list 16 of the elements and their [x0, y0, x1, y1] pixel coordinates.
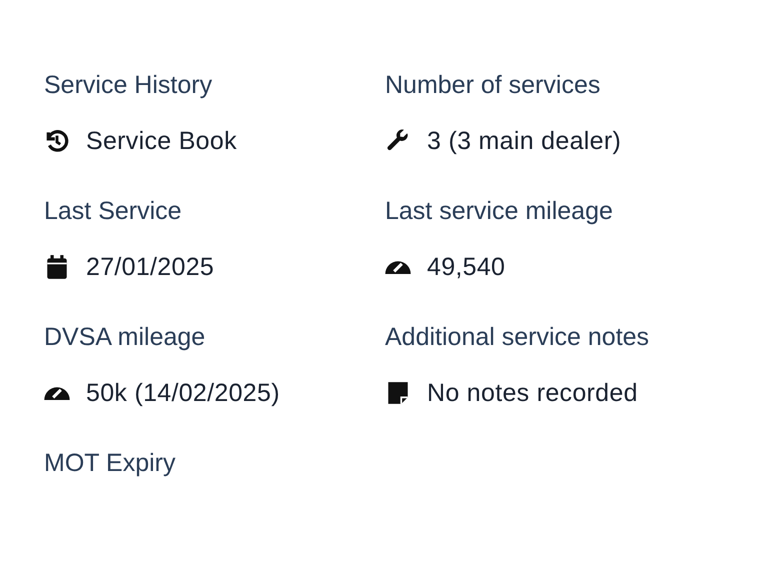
field-label: Additional service notes [385, 322, 650, 353]
field-label: Last service mileage [385, 196, 614, 227]
field-label: Service History [44, 70, 214, 101]
field-label: Number of services [385, 70, 602, 101]
history-icon [44, 128, 70, 154]
field-value: 27/01/2025 [86, 252, 214, 282]
field-label: MOT Expiry [44, 448, 176, 479]
gauge-icon [385, 260, 411, 274]
field-value: No notes recorded [427, 378, 638, 408]
field-label: DVSA mileage [44, 322, 206, 353]
field-value: 49,540 [427, 252, 506, 282]
field-value: Service Book [86, 126, 237, 156]
field-label: Last Service [44, 196, 183, 227]
field-value: 3 (3 main dealer) [427, 126, 622, 156]
field-value: 50k (14/02/2025) [86, 378, 280, 408]
gauge-icon [44, 386, 70, 400]
